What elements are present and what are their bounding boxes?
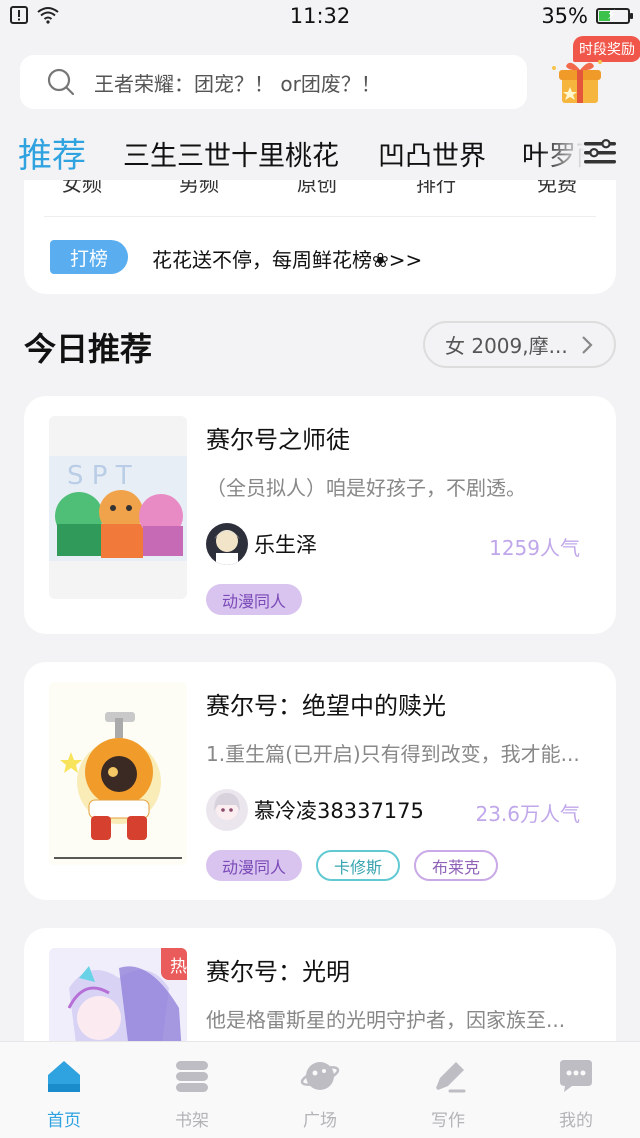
avatar [206,789,248,831]
tag-anime[interactable]: 动漫同人 [206,584,303,615]
tab-sansheng[interactable]: 三生三世十里桃花 [123,134,339,173]
nav-bookshelf[interactable]: 书架 [147,1058,237,1131]
chevron-right-icon [582,336,593,354]
nav-label: 首页 [47,1111,81,1131]
battery-icon: ⚡ [596,8,633,24]
status-bar: 11:32 35% ⚡ [0,0,640,34]
nav-home[interactable]: 首页 [19,1058,109,1131]
tag-bulaike[interactable]: 布莱克 [414,850,499,881]
search-bar[interactable]: 王者荣耀：团宠？！ or团废？！ [20,55,527,109]
nav-label: 广场 [303,1111,337,1131]
tab-aotu[interactable]: 凹凸世界 [378,134,486,173]
search-placeholder: 王者荣耀：团宠？！ or团废？！ [94,71,381,96]
tab-recommend[interactable]: 推荐 [18,128,86,177]
book-cover: S P T [49,416,187,599]
nav-mine[interactable]: 我的 [531,1058,621,1131]
nav-label: 写作 [431,1111,465,1131]
book-title: 赛尔号之师徒 [206,426,350,454]
tag-kaxiusi[interactable]: 卡修斯 [316,850,401,881]
reward-button[interactable]: 时段奖励 [548,36,640,104]
preference-filter-button[interactable]: 女 2009,摩... [423,321,616,368]
category-ranking[interactable]: 排行 [416,180,456,197]
bookshelf-icon [176,1061,208,1092]
book-cover [49,682,187,865]
popularity-count: 23.6万人气 [475,802,580,826]
book-title: 赛尔号：光明 [206,958,350,986]
tag-list: 动漫同人 卡修斯 布莱克 [206,850,499,881]
nav-label: 书架 [175,1111,209,1131]
author-name: 乐生泽 [254,533,317,557]
chat-bubble-icon [560,1060,592,1092]
filter-label: 女 2009,摩... [445,334,568,358]
author-row: 慕冷凌38337175 [206,789,424,831]
gift-icon [552,60,602,103]
tag-list: 动漫同人 [206,584,303,615]
book-description: 他是格雷斯星的光明守护者，因家族至... [206,1008,566,1032]
avatar [206,523,248,565]
book-description: 1.重生篇(已开启)只有得到改变，我才能... [206,742,580,766]
nav-square[interactable]: 广场 [275,1058,365,1131]
divider [44,216,596,217]
bottom-navigation: 首页 书架 广场 写作 我的 [0,1041,640,1138]
planet-icon [300,1062,340,1090]
book-description: （全员拟人）咱是好孩子，不剧透。 [206,476,526,500]
pen-icon [436,1062,466,1093]
cover-illustration: S P T [49,456,187,561]
section-title: 今日推荐 [24,330,153,368]
nav-write[interactable]: 写作 [403,1058,493,1131]
book-card[interactable]: 赛尔号：绝望中的赎光 1.重生篇(已开启)只有得到改变，我才能... 慕冷凌38… [24,662,616,900]
category-free[interactable]: 免费 [537,180,577,197]
category-male[interactable]: 男频 [179,180,219,197]
category-female[interactable]: 女频 [62,180,102,197]
book-title: 赛尔号：绝望中的赎光 [206,692,446,720]
popularity-count: 1259人气 [489,536,580,560]
svg-text:S P T: S P T [67,461,132,491]
search-icon [47,68,75,96]
tag-anime[interactable]: 动漫同人 [206,850,303,881]
category-original[interactable]: 原创 [297,180,337,197]
rank-badge: 打榜 [50,240,128,274]
author-row: 乐生泽 [206,523,317,565]
home-icon [48,1061,80,1092]
category-card: 女频 男频 原创 排行 免费 打榜 花花送不停，每周鲜花榜❀>> [24,180,616,294]
menu-icon[interactable] [584,138,616,168]
battery-percent: 35% [541,4,588,28]
nav-label: 我的 [559,1111,593,1131]
author-name: 慕冷凌38337175 [254,799,424,823]
cover-illustration [49,682,187,865]
hot-update-badge: 热更 [161,948,187,980]
flower-ranking-link[interactable]: 花花送不停，每周鲜花榜❀>> [152,244,422,273]
book-card[interactable]: S P T 赛尔号之师徒 （全员拟人）咱是好孩子，不剧透。 乐生泽 1259人气… [24,396,616,634]
